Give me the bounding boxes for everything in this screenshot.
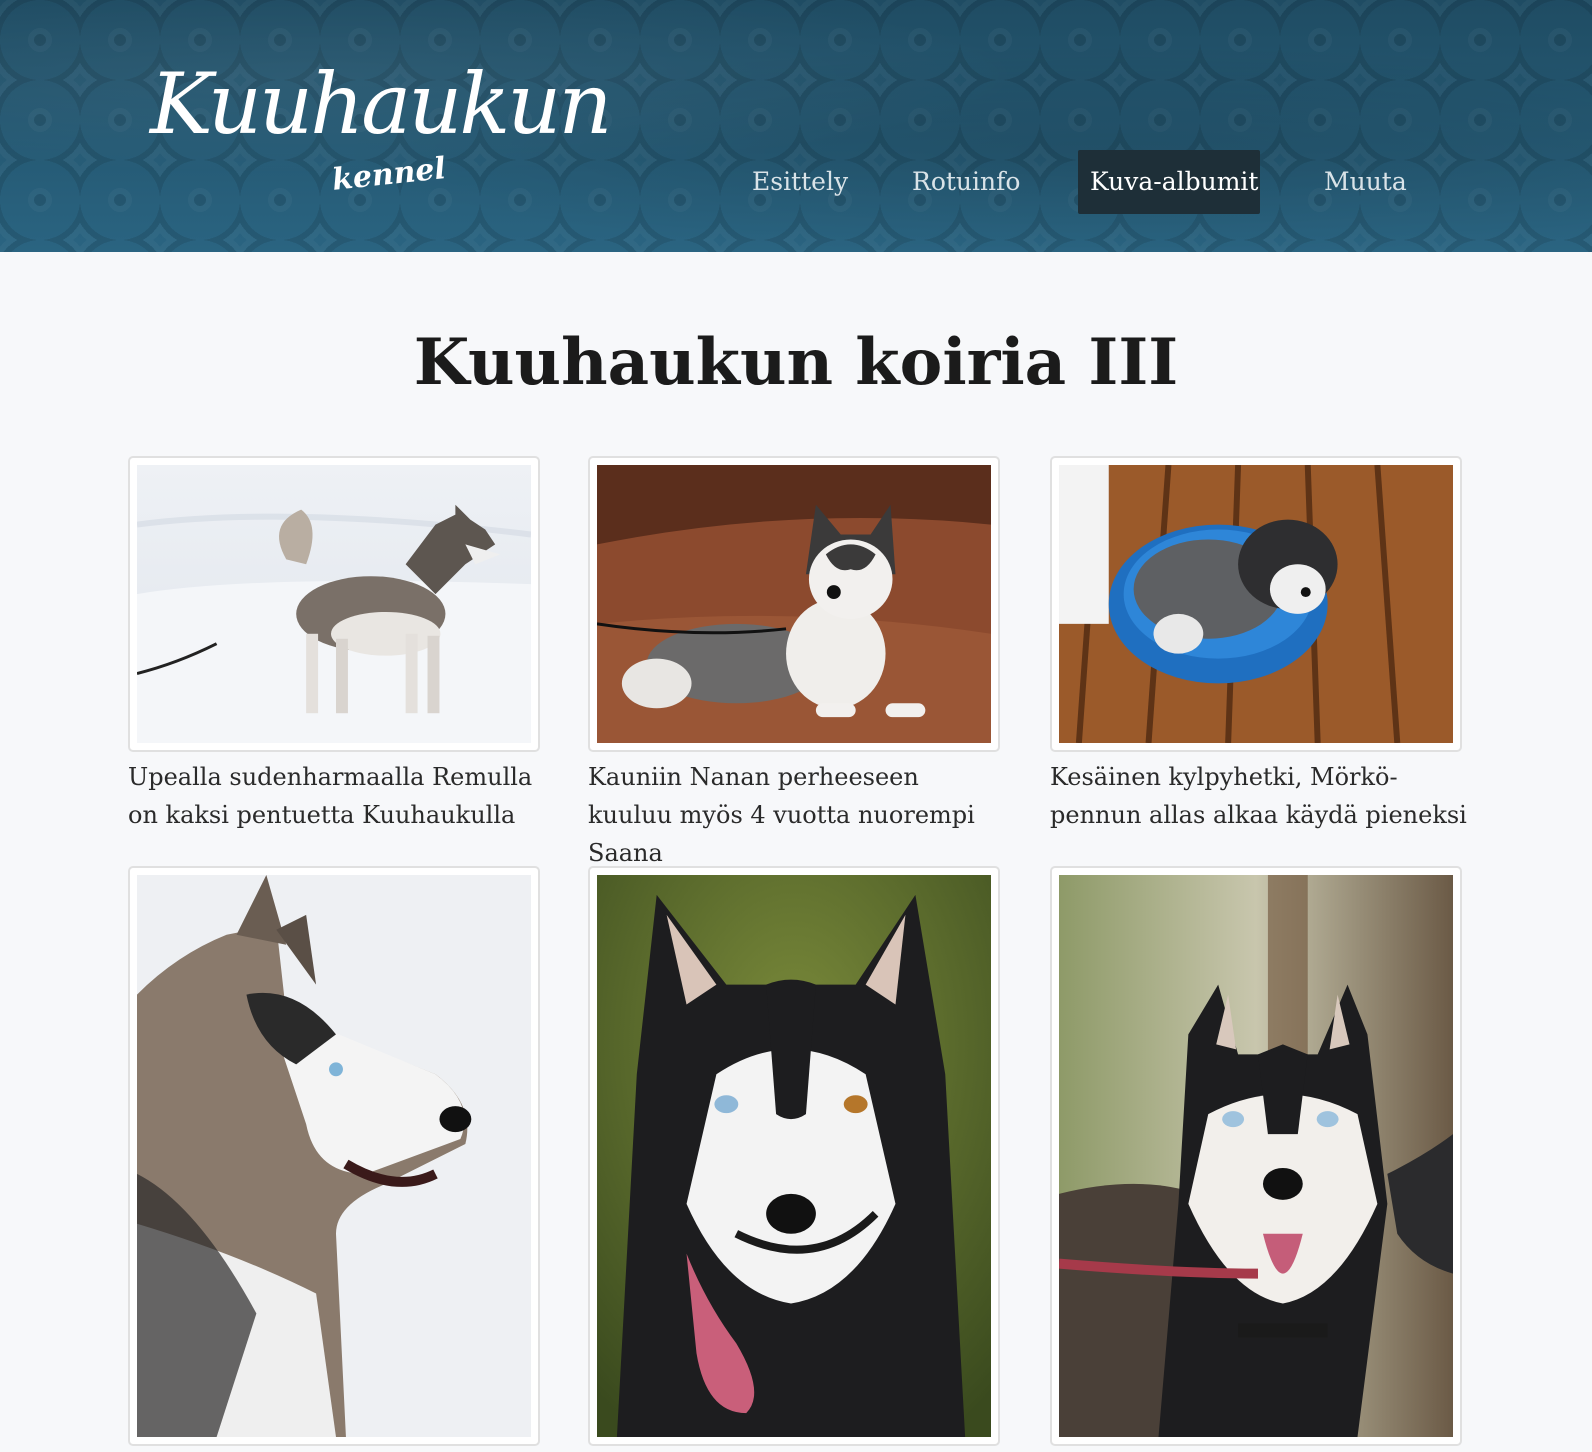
husky-lying-on-forest-floor-photo[interactable] <box>597 465 991 743</box>
photo-card[interactable] <box>1050 866 1462 1452</box>
photo-frame[interactable] <box>1050 866 1462 1446</box>
photo-frame[interactable] <box>128 866 540 1446</box>
kennel-logo[interactable]: Kuuhaukun kennel <box>150 50 612 210</box>
nav-item-muuta[interactable]: Muuta <box>1312 150 1412 214</box>
husky-standing-in-snow-photo[interactable] <box>137 465 531 743</box>
page-title: Kuuhaukun koiria III <box>413 325 1179 400</box>
logo-wordmark: Kuuhaukun <box>150 55 612 153</box>
husky-profile-portrait-photo[interactable] <box>137 875 531 1437</box>
photo-frame[interactable] <box>128 456 540 752</box>
photo-card[interactable]: Kesäinen kylpyhetki, Mörkö-pennun allas … <box>1050 456 1467 834</box>
photo-card[interactable]: Kauniin Nanan perheeseen kuuluu myös 4 v… <box>588 456 1000 872</box>
photo-frame[interactable] <box>588 866 1000 1446</box>
husky-in-harness-portrait-photo[interactable] <box>1059 875 1453 1437</box>
photo-frame[interactable] <box>588 456 1000 752</box>
photo-frame[interactable] <box>1050 456 1462 752</box>
photo-caption: Kauniin Nanan perheeseen kuuluu myös 4 v… <box>588 763 975 867</box>
photo-caption: Kesäinen kylpyhetki, Mörkö-pennun allas … <box>1050 763 1467 829</box>
puppy-in-blue-tub-photo[interactable] <box>1059 465 1453 743</box>
nav-item-kuva-albumit[interactable]: Kuva-albumit <box>1078 150 1260 214</box>
husky-portrait-tongue-out-photo[interactable] <box>597 875 991 1437</box>
photo-card[interactable] <box>128 866 540 1452</box>
nav-item-rotuinfo[interactable]: Rotuinfo <box>900 150 1028 214</box>
photo-card[interactable] <box>588 866 1000 1452</box>
logo-subtitle: kennel <box>330 151 448 198</box>
photo-card[interactable]: Upealla sudenharmaalla Remulla on kaksi … <box>128 456 540 834</box>
nav-item-esittely[interactable]: Esittely <box>740 150 848 214</box>
photo-caption: Upealla sudenharmaalla Remulla on kaksi … <box>128 763 533 829</box>
site-header: Kuuhaukun kennel Esittely Rotuinfo Kuva-… <box>0 0 1592 252</box>
